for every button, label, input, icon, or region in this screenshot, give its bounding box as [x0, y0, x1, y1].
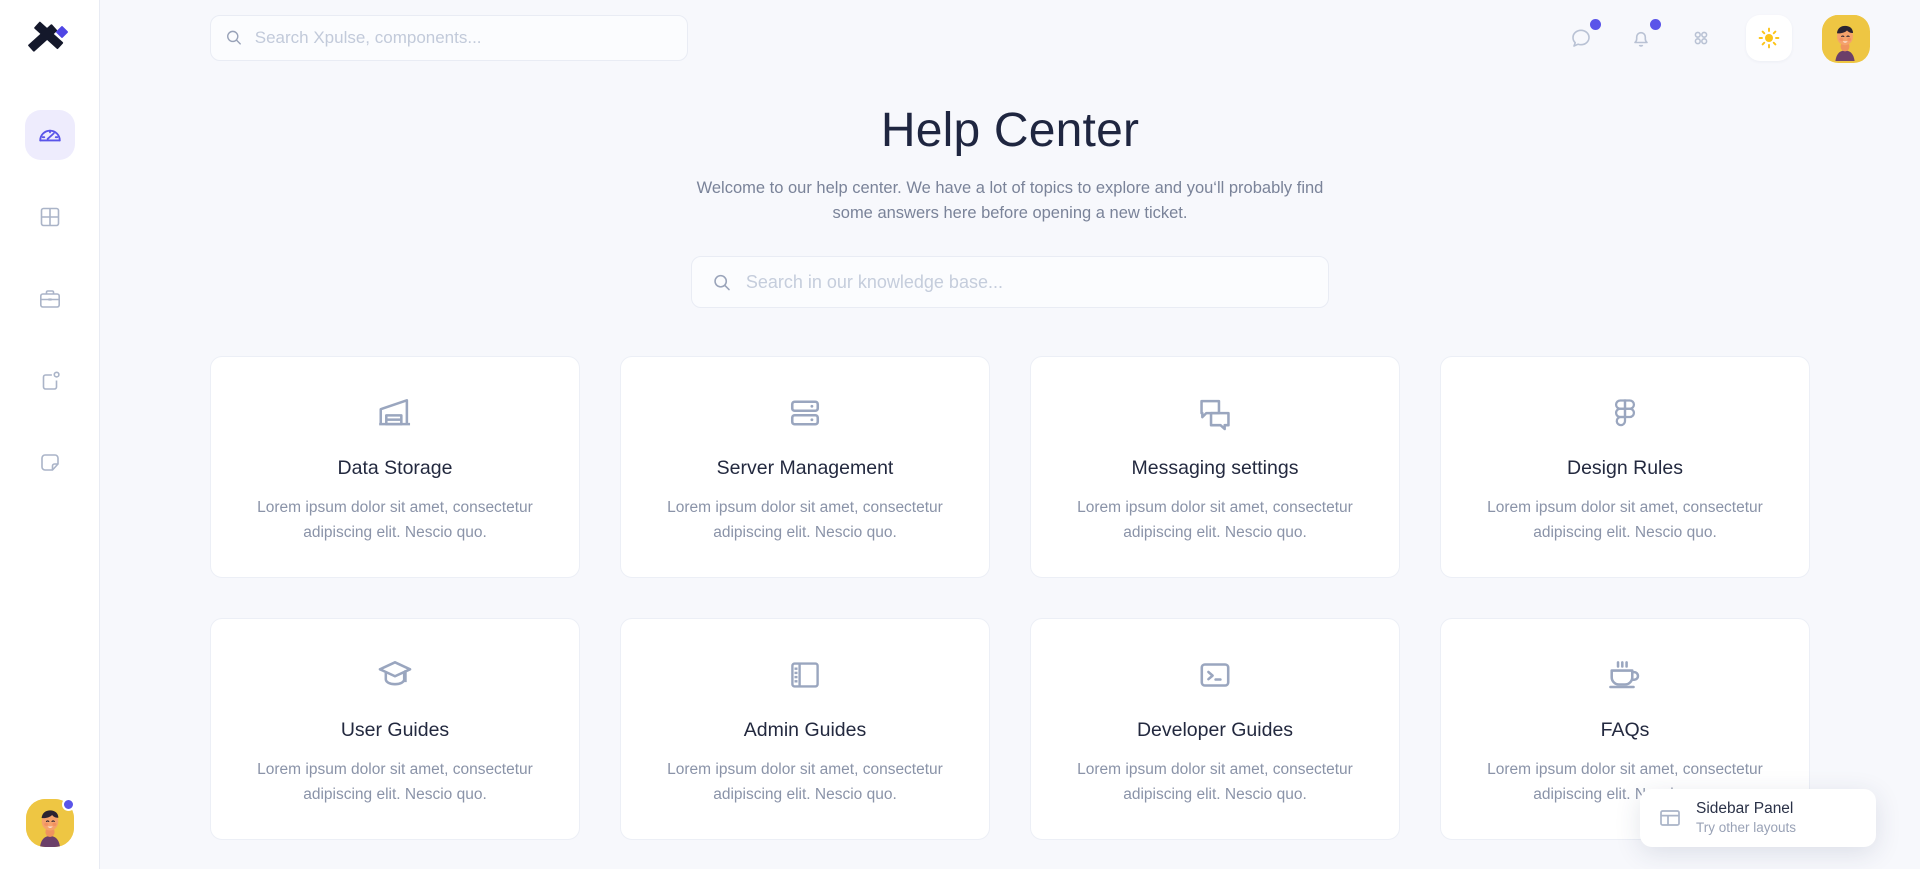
- search-icon: [225, 28, 243, 47]
- x-logo-icon: [28, 20, 72, 64]
- sidebar-avatar[interactable]: [26, 799, 74, 847]
- avatar-illustration: [1822, 15, 1868, 61]
- figma-icon: [1608, 393, 1642, 433]
- toast-subtitle: Try other layouts: [1696, 819, 1796, 837]
- app-root: Help Center Welcome to our help center. …: [0, 0, 1920, 869]
- messages-icon: [1569, 26, 1593, 50]
- search-input[interactable]: [255, 28, 673, 48]
- card-title: User Guides: [341, 719, 449, 742]
- help-card-admin-guides[interactable]: Admin Guides Lorem ipsum dolor sit amet,…: [620, 618, 990, 840]
- knowledge-base-search[interactable]: [691, 256, 1329, 308]
- coffee-cup-icon: [1606, 655, 1644, 695]
- notifications-button[interactable]: [1626, 23, 1656, 53]
- toast-title: Sidebar Panel: [1696, 799, 1796, 818]
- hero-section: Help Center Welcome to our help center. …: [100, 75, 1920, 308]
- topbar: [100, 0, 1920, 75]
- card-title: Design Rules: [1567, 457, 1683, 480]
- card-title: Admin Guides: [744, 719, 866, 742]
- apps-grid-icon: [1690, 27, 1712, 49]
- bell-icon: [1629, 26, 1653, 50]
- messages-badge: [1590, 19, 1601, 30]
- main-content: Help Center Welcome to our help center. …: [100, 0, 1920, 869]
- briefcase-icon: [38, 287, 62, 311]
- notifications-badge: [1650, 19, 1661, 30]
- card-description: Lorem ipsum dolor sit amet, consectetur …: [1065, 495, 1365, 545]
- sidebar-item-notes[interactable]: [25, 438, 75, 488]
- knowledge-base-search-input[interactable]: [746, 272, 1308, 293]
- sidebar-panel-toast[interactable]: Sidebar Panel Try other layouts: [1640, 789, 1876, 847]
- messages-button[interactable]: [1566, 23, 1596, 53]
- global-search[interactable]: [210, 15, 688, 61]
- apps-button[interactable]: [1686, 23, 1716, 53]
- help-card-user-guides[interactable]: User Guides Lorem ipsum dolor sit amet, …: [210, 618, 580, 840]
- theme-toggle-button[interactable]: [1746, 15, 1792, 61]
- page-title: Help Center: [100, 103, 1920, 158]
- sun-icon: [1757, 26, 1781, 50]
- help-card-developer-guides[interactable]: Developer Guides Lorem ipsum dolor sit a…: [1030, 618, 1400, 840]
- sidebar-item-projects[interactable]: [25, 274, 75, 324]
- card-description: Lorem ipsum dolor sit amet, consectetur …: [245, 495, 545, 545]
- toast-text: Sidebar Panel Try other layouts: [1696, 799, 1796, 837]
- server-icon: [787, 393, 823, 433]
- card-description: Lorem ipsum dolor sit amet, consectetur …: [245, 757, 545, 807]
- card-description: Lorem ipsum dolor sit amet, consectetur …: [655, 495, 955, 545]
- page-subtitle: Welcome to our help center. We have a lo…: [690, 176, 1330, 226]
- chat-bubbles-icon: [1196, 393, 1234, 433]
- card-title: FAQs: [1601, 719, 1650, 742]
- terminal-icon: [1197, 655, 1233, 695]
- sidebar-item-notifications[interactable]: [25, 356, 75, 406]
- card-description: Lorem ipsum dolor sit amet, consectetur …: [1475, 495, 1775, 545]
- card-description: Lorem ipsum dolor sit amet, consectetur …: [655, 757, 955, 807]
- graduation-cap-icon: [376, 655, 414, 695]
- profile-avatar-button[interactable]: [1822, 15, 1868, 61]
- card-title: Data Storage: [338, 457, 453, 480]
- help-card-messaging-settings[interactable]: Messaging settings Lorem ipsum dolor sit…: [1030, 356, 1400, 578]
- card-title: Server Management: [717, 457, 894, 480]
- card-title: Messaging settings: [1132, 457, 1299, 480]
- brand-logo[interactable]: [22, 14, 78, 70]
- avatar-status-badge: [62, 798, 75, 811]
- grid-squares-icon: [38, 205, 62, 229]
- sidebar-item-dashboard[interactable]: [25, 110, 75, 160]
- avatar: [1822, 15, 1870, 63]
- help-card-design-rules[interactable]: Design Rules Lorem ipsum dolor sit amet,…: [1440, 356, 1810, 578]
- card-description: Lorem ipsum dolor sit amet, consectetur …: [1065, 757, 1365, 807]
- help-card-data-storage[interactable]: Data Storage Lorem ipsum dolor sit amet,…: [210, 356, 580, 578]
- square-dot-icon: [38, 369, 62, 393]
- search-icon: [712, 272, 732, 293]
- help-card-server-management[interactable]: Server Management Lorem ipsum dolor sit …: [620, 356, 990, 578]
- topbar-actions: [1566, 15, 1868, 61]
- sidebar-item-apps[interactable]: [25, 192, 75, 242]
- notebook-icon: [787, 655, 823, 695]
- warehouse-icon: [376, 393, 414, 433]
- card-title: Developer Guides: [1137, 719, 1293, 742]
- sidebar-nav: [25, 110, 75, 488]
- layout-panel-icon: [1658, 806, 1682, 830]
- sticky-note-icon: [38, 451, 62, 475]
- help-topics-grid: Data Storage Lorem ipsum dolor sit amet,…: [210, 356, 1810, 840]
- sidebar: [0, 0, 100, 869]
- speedometer-icon: [37, 122, 63, 148]
